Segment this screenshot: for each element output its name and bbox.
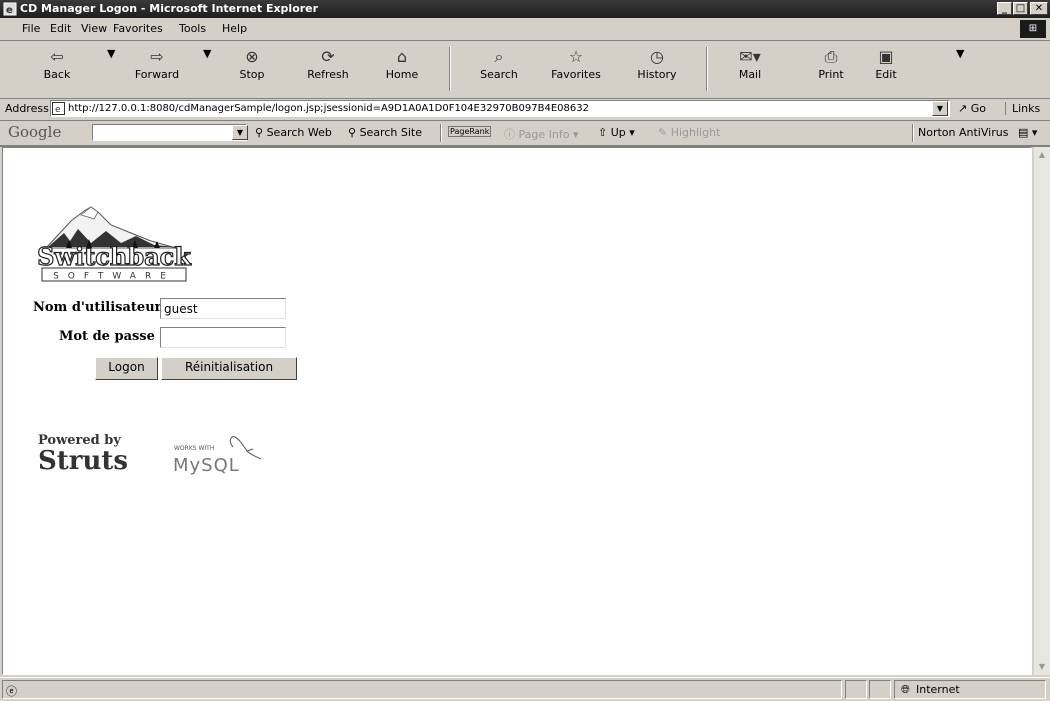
toolbar-separator <box>440 124 442 142</box>
ie-page-icon: e <box>3 2 17 16</box>
switchback-software-logo: Switchback SOFTWARE <box>36 206 192 282</box>
refresh-button[interactable]: ⟳ Refresh <box>298 47 358 81</box>
username-input[interactable] <box>160 298 286 319</box>
scroll-down-arrow-icon[interactable]: ▼ <box>1034 659 1050 675</box>
binoculars-icon: ⚲ <box>255 126 264 139</box>
printer-icon: ⎙ <box>824 47 838 66</box>
address-label: Address <box>5 102 49 115</box>
search-site-icon: ⚲ <box>348 126 357 139</box>
up-folder-icon: ⇧ <box>598 126 608 139</box>
history-icon: ◷ <box>650 47 664 66</box>
browser-window: e CD Manager Logon - Microsoft Internet … <box>0 0 1050 700</box>
go-arrow-icon: ↗ <box>958 102 968 115</box>
forward-arrow-icon: ⇨ <box>150 47 164 66</box>
menu-favorites[interactable]: Favorites <box>113 22 163 35</box>
home-button[interactable]: ⌂ Home <box>372 47 432 81</box>
google-search-dropdown[interactable]: ▼ <box>232 125 248 140</box>
toolbar-separator <box>706 47 708 91</box>
google-logo[interactable]: Google <box>8 123 61 141</box>
powered-by-struts-logo: Powered by Struts <box>38 433 128 474</box>
menu-bar: File Edit View Favorites Tools Help ⊞ <box>0 18 1050 41</box>
home-icon: ⌂ <box>396 47 408 66</box>
struts-text: Struts <box>38 446 129 476</box>
stop-button[interactable]: ⊗ Stop <box>222 47 282 81</box>
links-button[interactable]: Links <box>1005 102 1040 115</box>
status-panel <box>869 680 891 699</box>
highlighter-icon: ✎ <box>658 126 668 139</box>
address-input[interactable]: e http://127.0.0.1:8080/cdManagerSample/… <box>50 100 950 117</box>
vertical-scrollbar[interactable]: ▲ ▼ <box>1034 147 1050 675</box>
favorites-button[interactable]: ☆ Favorites <box>546 47 606 81</box>
standard-toolbar: ⇦ Back ▼ ⇨ Forward ▼ ⊗ Stop ⟳ Refresh ⌂ … <box>0 41 1050 99</box>
info-icon: ⓘ <box>504 128 515 141</box>
title-bar[interactable]: e CD Manager Logon - Microsoft Internet … <box>0 0 1050 18</box>
status-text-panel: ⓔ <box>2 680 842 699</box>
highlight-button[interactable]: ✎ Highlight <box>658 126 720 139</box>
search-button[interactable]: ⌕ Search <box>469 47 529 81</box>
google-toolbar: Google ▼ ⚲ Search Web ⚲ Search Site Page… <box>0 121 1050 147</box>
toolbar-separator <box>912 124 914 142</box>
up-button[interactable]: ⇧ Up ▾ <box>598 126 635 139</box>
refresh-icon: ⟳ <box>321 47 335 66</box>
logo-subtext: SOFTWARE <box>53 272 175 282</box>
edit-icon: ▣ <box>878 47 894 66</box>
password-input[interactable] <box>160 327 286 348</box>
logo-text: Switchback <box>37 242 192 271</box>
back-arrow-icon: ⇦ <box>50 47 64 66</box>
page-icon: e <box>52 101 65 115</box>
favorites-icon: ☆ <box>568 47 584 66</box>
stop-icon: ⊗ <box>245 47 259 66</box>
page-content: Switchback SOFTWARE Nom d'utilisateur Mo… <box>2 147 1032 675</box>
menu-help[interactable]: Help <box>222 22 247 35</box>
menu-edit[interactable]: Edit <box>50 22 71 35</box>
address-dropdown-button[interactable]: ▼ <box>932 101 948 116</box>
minimize-button[interactable]: _ <box>997 2 1012 15</box>
pagerank-indicator[interactable]: PageRank <box>448 126 492 139</box>
globe-icon: 🌐︎ <box>901 683 910 696</box>
menu-file[interactable]: File <box>22 22 40 35</box>
svg-text:e: e <box>6 5 13 16</box>
menu-tools[interactable]: Tools <box>179 22 206 35</box>
zone-text: Internet <box>916 683 960 696</box>
scroll-up-arrow-icon[interactable]: ▲ <box>1034 147 1050 163</box>
username-label: Nom d'utilisateur <box>33 300 162 315</box>
back-button[interactable]: ⇦ Back <box>27 47 87 81</box>
address-url: http://127.0.0.1:8080/cdManagerSample/lo… <box>68 103 589 114</box>
norton-antivirus-button[interactable]: Norton AntiVirus <box>918 126 1008 139</box>
svg-text:e: e <box>55 105 61 115</box>
reset-button[interactable]: Réinitialisation <box>161 357 297 380</box>
mysql-text: MySQL <box>173 455 240 476</box>
history-button[interactable]: ◷ History <box>627 47 687 81</box>
edit-button[interactable]: ▣ Edit <box>856 47 916 81</box>
page-info-button[interactable]: ⓘ Page Info ▾ <box>504 126 578 142</box>
close-button[interactable]: ✕ <box>1030 2 1048 15</box>
google-search-input[interactable] <box>92 124 247 141</box>
works-with-text: WORKS WITH <box>174 445 214 452</box>
mail-button[interactable]: ✉▾ Mail <box>720 47 780 81</box>
status-bar: ⓔ 🌐︎ Internet <box>0 677 1050 701</box>
menu-view[interactable]: View <box>81 22 107 35</box>
edit-dropdown-icon[interactable]: ▼ <box>956 47 964 60</box>
maximize-button[interactable]: □ <box>1013 2 1028 15</box>
search-web-button[interactable]: ⚲ Search Web <box>255 126 332 139</box>
mysql-logo: WORKS WITH MySQL <box>173 436 262 476</box>
windows-logo-icon: ⊞ <box>1020 20 1046 38</box>
password-label: Mot de passe <box>59 329 155 344</box>
logon-button[interactable]: Logon <box>95 357 158 380</box>
back-dropdown-icon[interactable]: ▼ <box>107 47 115 60</box>
window-title: CD Manager Logon - Microsoft Internet Ex… <box>20 2 319 15</box>
norton-menu-icon[interactable]: ▤ ▾ <box>1018 126 1037 139</box>
mail-icon: ✉▾ <box>739 47 761 66</box>
done-page-icon: ⓔ <box>6 685 17 698</box>
search-icon: ⌕ <box>494 47 504 66</box>
address-bar: Address e http://127.0.0.1:8080/cdManage… <box>0 98 1050 121</box>
print-button[interactable]: ⎙ Print <box>801 47 861 81</box>
forward-dropdown-icon[interactable]: ▼ <box>203 47 211 60</box>
status-panel <box>845 680 867 699</box>
toolbar-separator <box>449 47 451 91</box>
search-site-button[interactable]: ⚲ Search Site <box>348 126 422 139</box>
go-button[interactable]: ↗ Go <box>958 102 986 115</box>
forward-button[interactable]: ⇨ Forward <box>127 47 187 81</box>
